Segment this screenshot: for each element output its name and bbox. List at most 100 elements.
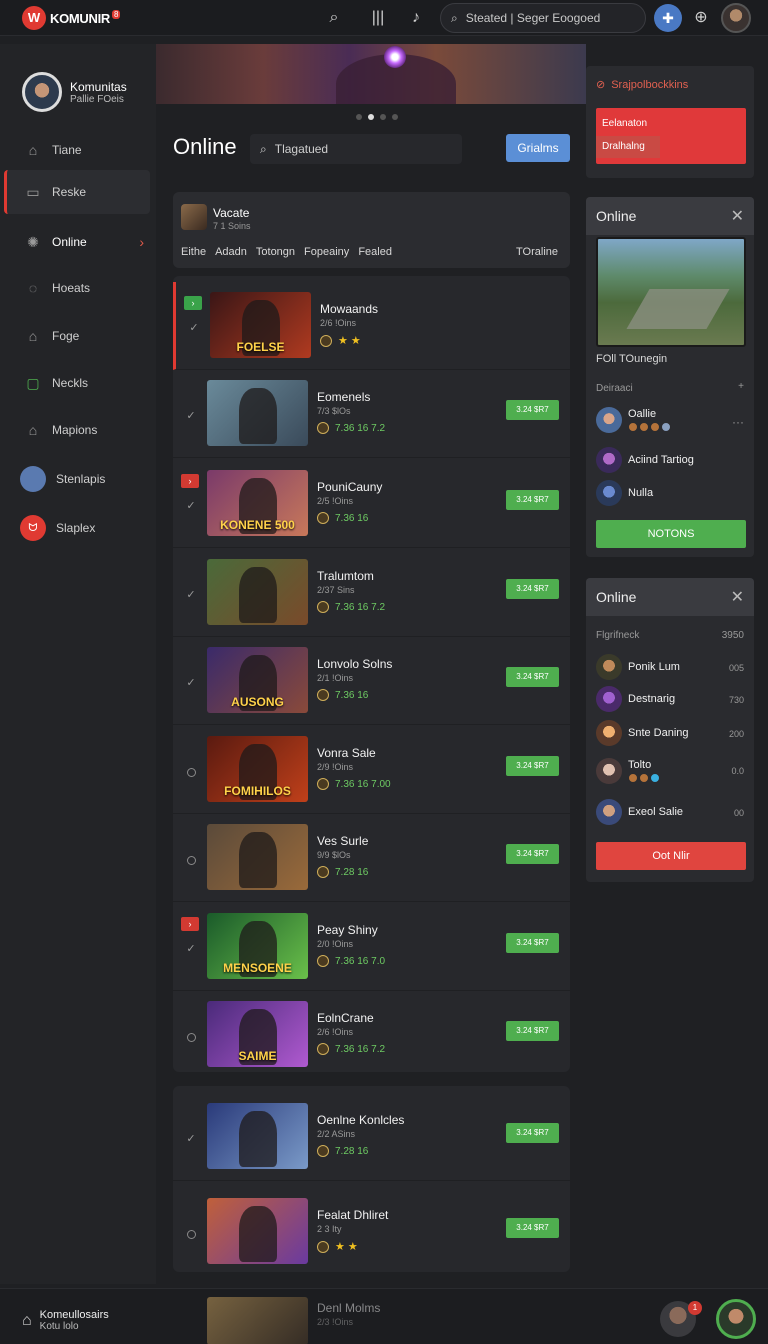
carousel-dot-active[interactable] bbox=[368, 114, 374, 120]
friend-row[interactable]: Ponik Lum bbox=[596, 654, 680, 680]
close-icon[interactable]: ✕ bbox=[731, 587, 744, 607]
friend-row[interactable]: Nulla bbox=[596, 480, 653, 506]
profile[interactable]: Komunitas Pallie FOeis bbox=[22, 72, 127, 112]
search-icon: ⌕ bbox=[260, 141, 267, 156]
radio-icon[interactable] bbox=[187, 768, 196, 777]
add-icon[interactable]: + bbox=[738, 381, 744, 392]
game-row[interactable]: ✓ Tralumtom 2/37 Sins 7.36 16 7.2 3.24 $R7 bbox=[173, 549, 570, 637]
price-button[interactable]: 3.24 $R7 bbox=[506, 1123, 559, 1143]
live-game-screenshot[interactable] bbox=[596, 237, 746, 347]
game-row[interactable]: › ✓ KONENE 500 PouniCauny 2/5 !Oins 7.36 16 3.… bbox=[173, 460, 570, 548]
sidebar-item-tiane[interactable]: ⌂ Tiane bbox=[4, 128, 150, 172]
friend-row[interactable]: Oallie bbox=[596, 407, 671, 433]
radio-icon[interactable] bbox=[187, 1033, 196, 1042]
price-button[interactable]: 3.24 $R7 bbox=[506, 579, 559, 599]
friend-name: Snte Daning bbox=[628, 727, 689, 739]
carousel-dot[interactable] bbox=[356, 114, 362, 120]
get-now-button[interactable]: Oot Nlir bbox=[596, 842, 746, 870]
global-search[interactable]: ⌕ Steated | Seger Eoogoed bbox=[440, 3, 646, 33]
game-row[interactable]: FOMIHILOS Vonra Sale 2/9 !Oins 7.36 16 7.00… bbox=[173, 726, 570, 814]
user-avatar[interactable] bbox=[721, 3, 751, 33]
more-icon[interactable]: ··· bbox=[732, 415, 744, 429]
main-search-input[interactable]: ⌕ Tlagatued bbox=[250, 134, 462, 164]
game-row[interactable]: Ves Surle 9/9 $lOs 7.28 16 3.24 $R7 bbox=[173, 814, 570, 902]
price-button[interactable]: 3.24 $R7 bbox=[506, 1021, 559, 1041]
game-thumbnail bbox=[207, 1198, 308, 1264]
friends-icon[interactable]: ✚ bbox=[654, 4, 682, 32]
friend-row[interactable]: Exeol Salie bbox=[596, 799, 683, 825]
filter-right-tab[interactable]: TOraline bbox=[516, 246, 558, 258]
check-icon[interactable]: ✓ bbox=[185, 943, 197, 955]
price-button[interactable]: 3.24 $R7 bbox=[506, 667, 559, 687]
user-avatar[interactable] bbox=[716, 1299, 756, 1339]
sidebar-item-online[interactable]: ✺ Online › bbox=[4, 220, 150, 264]
price-button[interactable]: 3.24 $R7 bbox=[506, 1218, 559, 1238]
sidebar-item-hoeats[interactable]: ◌ Hoeats bbox=[4, 266, 150, 310]
search-icon: ⌕ bbox=[451, 10, 458, 25]
bottom-account[interactable]: ⌂ Komeullosairs Kotu lolo bbox=[22, 1309, 109, 1332]
sidebar-item-label: Mapions bbox=[52, 423, 98, 437]
filter-tab[interactable]: Fealed bbox=[358, 246, 392, 258]
friend-value: 200 bbox=[728, 729, 744, 739]
primary-action-button[interactable]: Grialms bbox=[506, 134, 570, 162]
price-button[interactable]: 3.24 $R7 bbox=[506, 933, 559, 953]
sidebar-item-neckls[interactable]: ▢ Neckls bbox=[4, 361, 150, 405]
close-icon[interactable]: ✕ bbox=[731, 206, 744, 226]
game-row[interactable]: › ✓ MENSOENE Peay Shiny 2/0 !Oins 7.36 16 7.0… bbox=[173, 903, 570, 991]
filter-tab[interactable]: Totongn bbox=[256, 246, 295, 258]
avatar bbox=[596, 686, 622, 712]
check-icon[interactable]: ✓ bbox=[185, 500, 197, 512]
brand-logo[interactable]: W KOMUNIR 8 bbox=[22, 6, 121, 30]
notons-button[interactable]: NOTONS bbox=[596, 520, 746, 548]
check-icon[interactable]: ✓ bbox=[188, 322, 200, 334]
filter-tab[interactable]: Eithe bbox=[181, 246, 206, 258]
price-button[interactable]: 3.24 $R7 bbox=[506, 490, 559, 510]
game-stats: 7.36 16 bbox=[317, 512, 368, 524]
globe-icon[interactable]: ⊕ bbox=[691, 8, 711, 28]
avatar bbox=[596, 480, 622, 506]
controller-icon[interactable]: ♪ bbox=[406, 8, 426, 28]
game-thumbnail bbox=[207, 380, 308, 446]
game-row[interactable]: ✓ AUSONG Lonvolo Solns 2/1 !Oins 7.36 16 3.24… bbox=[173, 637, 570, 725]
partial-game-row[interactable]: Denl Molms 2/3 !Oins bbox=[173, 1289, 570, 1344]
check-icon[interactable]: ✓ bbox=[185, 1133, 197, 1145]
friend-row[interactable]: Destnarig bbox=[596, 686, 675, 712]
promo-banner[interactable]: Eelanaton Dralhalng bbox=[596, 108, 746, 164]
friend-row[interactable]: Aciind Tartiog bbox=[596, 447, 694, 473]
game-row[interactable]: › ✓ FOELSE Mowaands 2/6 !Oins ★ ★ bbox=[173, 282, 570, 370]
friend-row[interactable]: Tolto bbox=[596, 758, 660, 784]
check-icon[interactable]: ✓ bbox=[185, 410, 197, 422]
carousel-dot[interactable] bbox=[392, 114, 398, 120]
thumbnail-character bbox=[239, 1111, 277, 1167]
carousel-dots[interactable] bbox=[356, 114, 398, 120]
friend-name: Exeol Salie bbox=[628, 806, 684, 818]
sidebar-item-slaplex[interactable]: ᗢ Slaplex bbox=[4, 506, 150, 550]
price-button[interactable]: 3.24 $R7 bbox=[506, 844, 559, 864]
price-button[interactable]: 3.24 $R7 bbox=[506, 400, 559, 420]
radio-icon[interactable] bbox=[187, 1230, 196, 1239]
sidebar-item-foge[interactable]: ⌂ Foge bbox=[4, 314, 150, 358]
main-search-placeholder: Tlagatued bbox=[274, 142, 329, 156]
sidebar-item-mapions[interactable]: ⌂ Mapions bbox=[4, 408, 150, 452]
search-icon[interactable]: ⌕ bbox=[324, 8, 344, 28]
check-icon[interactable]: ✓ bbox=[185, 677, 197, 689]
hero-banner[interactable] bbox=[156, 44, 586, 104]
game-row[interactable]: SAIME EolnCrane 2/6 !Oins 7.36 16 7.2 3.24 $… bbox=[173, 991, 570, 1079]
friend-row[interactable]: Snte Daning bbox=[596, 720, 689, 746]
radio-icon[interactable] bbox=[187, 856, 196, 865]
check-icon[interactable]: ✓ bbox=[185, 589, 197, 601]
sidebar-item-reske[interactable]: ▭ Reske bbox=[4, 170, 150, 214]
sidebar-item-stenlapis[interactable]: Stenlapis bbox=[4, 457, 150, 501]
sidebar-item-label: Hoeats bbox=[52, 281, 91, 295]
carousel-dot[interactable] bbox=[380, 114, 386, 120]
filter-tab[interactable]: Adadn bbox=[215, 246, 247, 258]
play-badge-icon: › bbox=[184, 296, 202, 310]
game-row[interactable]: ✓ Eomenels 7/3 $lOs 7.36 16 7.2 3.24 $R7 bbox=[173, 370, 570, 458]
game-stats: 7.36 16 7.2 bbox=[317, 601, 385, 613]
notification-badge: 1 bbox=[688, 1301, 702, 1315]
filter-tab[interactable]: Fopeainy bbox=[304, 246, 349, 258]
library-icon[interactable]: ||| bbox=[368, 8, 388, 28]
price-button[interactable]: 3.24 $R7 bbox=[506, 756, 559, 776]
game-row[interactable]: ✓ Oenlne Konlcles 2/2 ASins 7.28 16 3.24 $R7 bbox=[173, 1093, 570, 1181]
game-row[interactable]: Fealat Dhliret 2 3 Ity ★ ★ 3.24 $R7 bbox=[173, 1188, 570, 1276]
